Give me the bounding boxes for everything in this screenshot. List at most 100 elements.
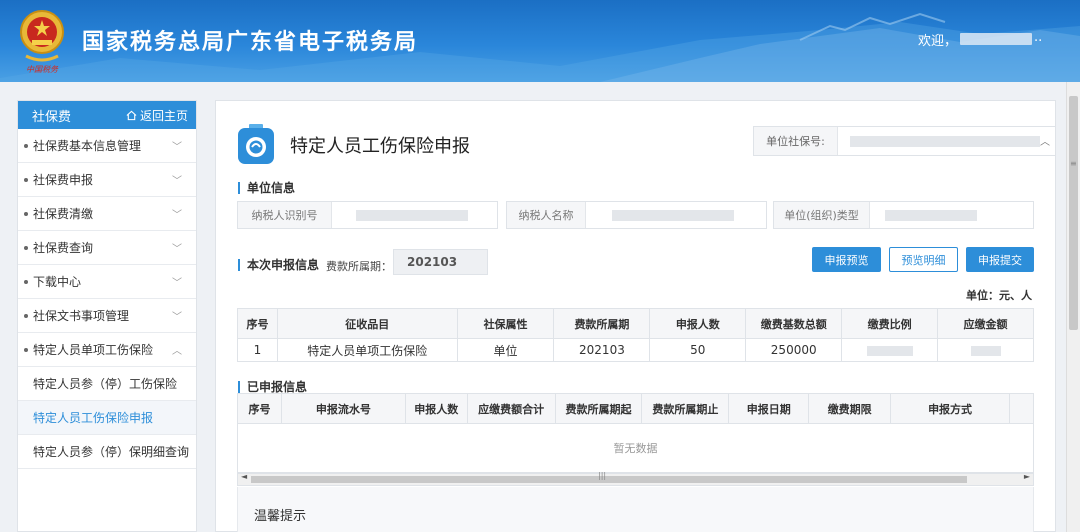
period-input: 202103 xyxy=(393,249,488,275)
sidebar-header: 社保费 返回主页 xyxy=(18,101,196,129)
section-title-current: 本次申报信息 xyxy=(238,259,319,271)
sidebar-item-label: 社保文书事项管理 xyxy=(33,309,130,323)
bullet-icon xyxy=(24,347,28,352)
bullet-icon xyxy=(24,211,28,216)
tax-emblem-logo: 中国税务 xyxy=(20,10,64,74)
home-link[interactable]: 返回主页 xyxy=(126,107,188,124)
scroll-right-icon[interactable]: ► xyxy=(1024,472,1030,481)
col-header: 申报方式 xyxy=(890,393,1010,424)
horizontal-scrollbar[interactable]: ◄ ||| ► xyxy=(237,471,1034,486)
taxpayer-id-redacted xyxy=(356,210,468,221)
col-header: 费款所属期起 xyxy=(554,393,643,424)
sidebar-item-documents[interactable]: 社保文书事项管理 ﹀ xyxy=(18,299,196,333)
cell-attribute: 单位 xyxy=(456,338,555,362)
username-redacted xyxy=(960,33,1032,45)
scrollbar-thumb[interactable] xyxy=(1069,96,1078,330)
home-link-label: 返回主页 xyxy=(139,108,188,123)
col-header: 申报人数 xyxy=(404,393,468,424)
col-header: 缴费比例 xyxy=(841,308,939,339)
bullet-icon xyxy=(24,177,28,182)
declared-table-body: 暂无数据 xyxy=(237,423,1034,473)
col-header: 缴费期限 xyxy=(808,393,892,424)
sidebar-item-declaration[interactable]: 社保费申报 ﹀ xyxy=(18,163,196,197)
insurance-app-icon xyxy=(238,124,274,164)
unit-social-no-label: 单位社保号: xyxy=(754,127,838,155)
section-title-declared: 已申报信息 xyxy=(238,381,307,393)
chevron-down-icon: ﹀ xyxy=(172,142,182,153)
tips-title: 温馨提示 xyxy=(254,509,307,524)
svg-text:中国税务: 中国税务 xyxy=(26,65,59,74)
col-header: 应缴费额合计 xyxy=(466,393,556,424)
col-header: 序号 xyxy=(237,308,278,339)
scroll-left-icon[interactable]: ◄ xyxy=(241,472,247,481)
rate-redacted xyxy=(866,345,913,356)
chevron-down-icon: ﹀ xyxy=(172,278,182,289)
table-row: 1 特定人员单项工伤保险 单位 202103 50 250000 xyxy=(237,338,1034,362)
main-panel: 特定人员工伤保险申报 单位社保号: ︿ 单位信息 纳税人识别号 纳税人名称 单位… xyxy=(215,100,1056,532)
cell-period: 202103 xyxy=(553,338,651,362)
bullet-icon xyxy=(24,245,28,250)
welcome-text: 欢迎， xyxy=(918,34,958,49)
col-header: 社保属性 xyxy=(456,308,555,339)
tips-panel: 温馨提示 xyxy=(237,487,1034,532)
scroll-grip-icon: ||| xyxy=(598,471,607,480)
bullet-icon xyxy=(24,143,28,148)
taxpayer-name-field: 纳税人名称 xyxy=(506,201,767,229)
col-header: 申报人数 xyxy=(649,308,747,339)
chevron-down-icon: ﹀ xyxy=(172,176,182,187)
col-header: 序号 xyxy=(237,393,282,424)
scrollbar-thumb[interactable] xyxy=(251,476,967,483)
taxpayer-name-redacted xyxy=(612,210,734,221)
table-header-row: 序号 申报流水号 申报人数 应缴费额合计 费款所属期起 费款所属期止 申报日期 … xyxy=(237,393,1035,424)
taxpayer-id-label: 纳税人识别号 xyxy=(238,202,332,228)
col-header: 申报流水号 xyxy=(280,393,406,424)
preview-detail-button[interactable]: 预览明细 xyxy=(889,247,958,272)
chevron-up-icon: ︿ xyxy=(1040,137,1050,148)
cell-item: 特定人员单项工伤保险 xyxy=(276,338,458,362)
sidebar-item-label: 下载中心 xyxy=(33,275,82,289)
unit-social-no-select[interactable]: 单位社保号: ︿ xyxy=(753,126,1056,156)
cell-headcount: 50 xyxy=(649,338,747,362)
sidebar-subitem-enroll[interactable]: 特定人员参（停）工伤保险 xyxy=(18,367,196,401)
empty-text: 暂无数据 xyxy=(613,441,658,455)
cell-rate xyxy=(841,338,939,362)
sidebar-title: 社保费 xyxy=(32,109,72,125)
current-declaration-table: 序号 征收品目 社保属性 费款所属期 申报人数 缴费基数总额 缴费比例 应缴金额… xyxy=(237,308,1034,362)
page-vertical-scrollbar[interactable]: ≡ xyxy=(1066,82,1080,532)
col-header: 应缴金额 xyxy=(937,308,1034,339)
col-header: 缴费基数总额 xyxy=(745,308,843,339)
cell-base-total: 250000 xyxy=(745,338,843,362)
home-icon xyxy=(126,110,137,120)
sidebar-item-query[interactable]: 社保费查询 ﹀ xyxy=(18,231,196,265)
sidebar-subitem-declare-active[interactable]: 特定人员工伤保险申报 xyxy=(18,401,196,435)
top-header: 中国税务 国家税务总局广东省电子税务局 欢迎， .. xyxy=(0,0,1080,82)
table-header-row: 序号 征收品目 社保属性 费款所属期 申报人数 缴费基数总额 缴费比例 应缴金额 xyxy=(237,308,1034,339)
declared-table-header: 序号 申报流水号 申报人数 应缴费额合计 费款所属期起 费款所属期止 申报日期 … xyxy=(237,393,1035,424)
cell-amount xyxy=(937,338,1034,362)
col-header: 申报日期 xyxy=(728,393,810,424)
sidebar-subitem-detail-query[interactable]: 特定人员参（停）保明细查询 xyxy=(18,435,196,469)
sidebar: 社保费 返回主页 社保费基本信息管理 ﹀ 社保费申报 ﹀ 社保费清缴 ﹀ 社保费… xyxy=(17,100,197,532)
col-header: 费款所属期 xyxy=(553,308,651,339)
period-label: 费款所属期： xyxy=(326,260,392,273)
sidebar-item-payment[interactable]: 社保费清缴 ﹀ xyxy=(18,197,196,231)
declare-preview-button[interactable]: 申报预览 xyxy=(812,247,881,272)
bullet-icon xyxy=(24,279,28,284)
bullet-icon xyxy=(24,313,28,318)
col-header: 征收品目 xyxy=(276,308,458,339)
org-type-redacted xyxy=(885,210,977,221)
declare-submit-button[interactable]: 申报提交 xyxy=(966,247,1034,272)
site-title: 国家税务总局广东省电子税务局 xyxy=(82,30,419,55)
sidebar-item-label: 社保费申报 xyxy=(33,173,94,187)
sidebar-item-label: 社保费基本信息管理 xyxy=(33,139,142,153)
scroll-grip-icon: ≡ xyxy=(1070,159,1077,168)
sidebar-item-basic-info[interactable]: 社保费基本信息管理 ﹀ xyxy=(18,129,196,163)
taxpayer-id-field: 纳税人识别号 xyxy=(237,201,498,229)
sidebar-item-injury-insurance[interactable]: 特定人员单项工伤保险 ︿ xyxy=(18,333,196,367)
chevron-down-icon: ﹀ xyxy=(172,312,182,323)
sidebar-item-download[interactable]: 下载中心 ﹀ xyxy=(18,265,196,299)
unit-social-no-redacted xyxy=(850,136,1040,147)
sidebar-item-label: 社保费清缴 xyxy=(33,207,94,221)
page-title: 特定人员工伤保险申报 xyxy=(290,136,470,157)
section-title-unit-info: 单位信息 xyxy=(238,182,295,194)
